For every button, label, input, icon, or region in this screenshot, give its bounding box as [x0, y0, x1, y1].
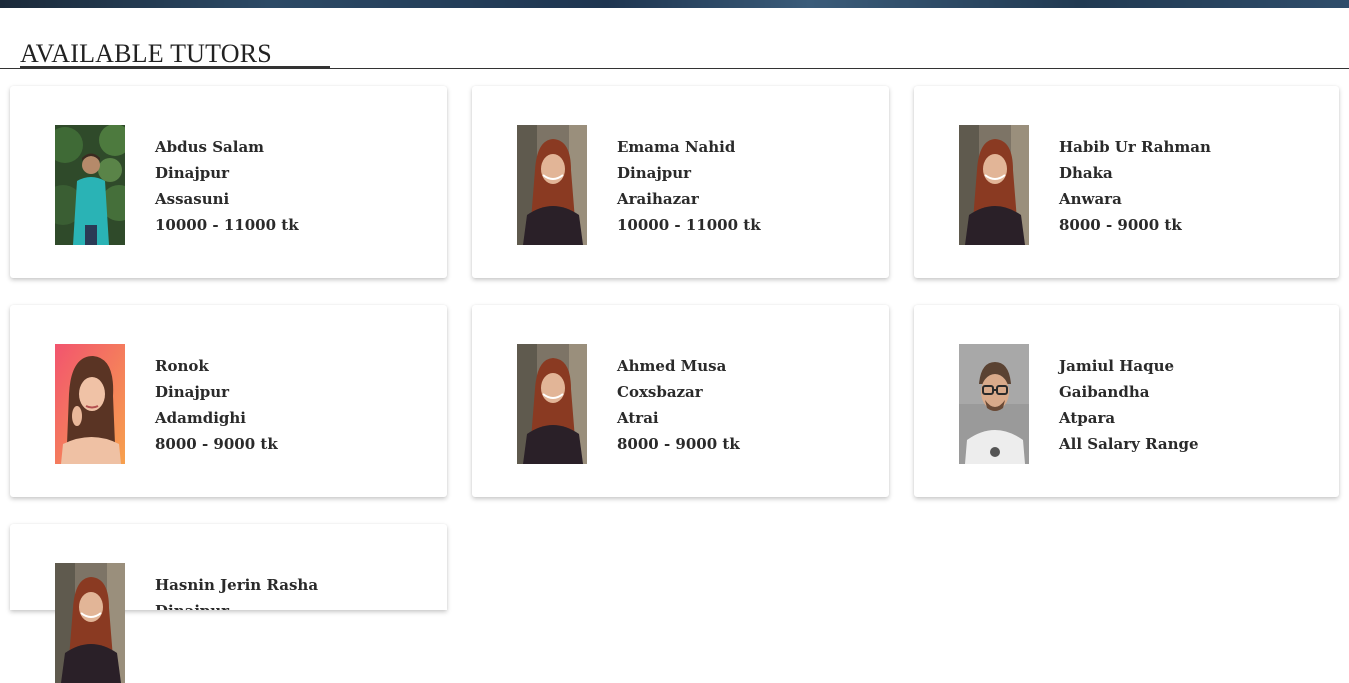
tutor-name: Ahmed Musa	[617, 357, 727, 375]
tutor-photo	[55, 563, 125, 683]
tutor-salary: 8000 - 9000 tk	[617, 435, 740, 453]
tutor-district: Dinajpur	[155, 383, 230, 401]
tutor-salary: 8000 - 9000 tk	[155, 435, 278, 453]
tutor-area: Adamdighi	[155, 409, 246, 427]
tutor-salary: All Salary Range	[1059, 435, 1199, 453]
tutor-area: Atpara	[1059, 409, 1116, 427]
tutor-salary: 10000 - 11000 tk	[155, 216, 299, 234]
tutor-card[interactable]: Ahmed Musa Coxsbazar Atrai 8000 - 9000 t…	[472, 305, 889, 497]
tutor-area: Araihazar	[617, 190, 699, 208]
tutor-salary: 10000 - 11000 tk	[617, 216, 761, 234]
top-banner	[0, 0, 1349, 8]
tutor-photo	[959, 344, 1029, 464]
tutor-district: Dinajpur	[155, 164, 230, 182]
tutor-card[interactable]: Jamiul Haque Gaibandha Atpara All Salary…	[914, 305, 1339, 497]
tutor-area: Atrai	[617, 409, 659, 427]
tutor-name: Ronok	[155, 357, 209, 375]
tutor-photo	[959, 125, 1029, 245]
tutor-name: Habib Ur Rahman	[1059, 138, 1211, 156]
tutor-area: Anwara	[1059, 190, 1122, 208]
tutor-info: Hasnin Jerin Rasha Dinajpur	[155, 572, 318, 610]
tutor-card[interactable]: Habib Ur Rahman Dhaka Anwara 8000 - 9000…	[914, 86, 1339, 278]
tutor-name: Jamiul Haque	[1059, 357, 1175, 375]
tutor-area: Assasuni	[155, 190, 230, 208]
tutor-info: Abdus Salam Dinajpur Assasuni 10000 - 11…	[155, 134, 299, 238]
tutor-card[interactable]: Abdus Salam Dinajpur Assasuni 10000 - 11…	[10, 86, 447, 278]
tutor-name: Abdus Salam	[155, 138, 265, 156]
tutor-name: Hasnin Jerin Rasha	[155, 576, 319, 594]
tutor-salary: 8000 - 9000 tk	[1059, 216, 1182, 234]
tutor-district: Dinajpur	[617, 164, 692, 182]
tutor-photo	[55, 125, 125, 245]
tutor-photo	[517, 344, 587, 464]
tutor-card[interactable]: Ronok Dinajpur Adamdighi 8000 - 9000 tk	[10, 305, 447, 497]
tutor-info: Emama Nahid Dinajpur Araihazar 10000 - 1…	[617, 134, 761, 238]
title-underline	[20, 66, 330, 69]
tutor-info: Ronok Dinajpur Adamdighi 8000 - 9000 tk	[155, 353, 278, 457]
tutor-info: Jamiul Haque Gaibandha Atpara All Salary…	[1059, 353, 1199, 457]
tutor-photo	[55, 344, 125, 464]
tutor-card[interactable]: Hasnin Jerin Rasha Dinajpur	[10, 524, 447, 683]
tutor-card[interactable]: Emama Nahid Dinajpur Araihazar 10000 - 1…	[472, 86, 889, 278]
tutor-name: Emama Nahid	[617, 138, 736, 156]
tutor-district: Dinajpur	[155, 598, 318, 610]
tutor-info: Habib Ur Rahman Dhaka Anwara 8000 - 9000…	[1059, 134, 1211, 238]
tutor-district: Dhaka	[1059, 164, 1113, 182]
tutor-info: Ahmed Musa Coxsbazar Atrai 8000 - 9000 t…	[617, 353, 740, 457]
tutor-district: Coxsbazar	[617, 383, 703, 401]
tutor-district: Gaibandha	[1059, 383, 1150, 401]
tutor-photo	[517, 125, 587, 245]
